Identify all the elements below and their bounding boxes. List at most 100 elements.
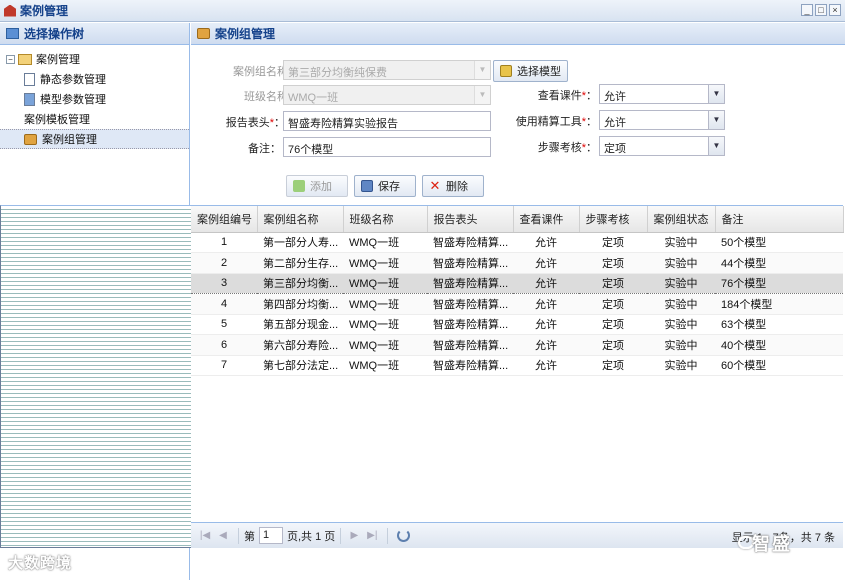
tree-item-case-templates[interactable]: 案例模板管理 [0, 109, 652, 548]
table-cell: 第六部分寿险... [257, 334, 343, 356]
table-cell: 6 [191, 334, 257, 356]
notes-input[interactable]: 76个模型 [283, 137, 491, 157]
step-check-select[interactable]: 定项 ▼ [599, 136, 725, 156]
column-header[interactable]: 案例组编号 [191, 206, 258, 233]
table-cell: 实验中 [647, 232, 715, 253]
chevron-down-icon[interactable]: ▼ [708, 137, 724, 155]
first-page-icon[interactable]: |◀ [197, 528, 213, 544]
group-name-value: 第三部分均衡纯保费 [288, 67, 387, 79]
table-cell: 76个模型 [715, 272, 843, 294]
table-cell: 允许 [513, 355, 579, 376]
save-icon [361, 180, 373, 192]
select-model-button[interactable]: 选择模型 [493, 60, 568, 82]
table-cell: 第四部分均衡... [257, 293, 343, 315]
chevron-down-icon: ▼ [474, 86, 490, 104]
page-suffix: 页,共 1 页 [287, 530, 336, 543]
column-header[interactable]: 报告表头 [427, 206, 514, 233]
table-row[interactable]: 3 第三部分均衡... WMQ一班 智盛寿险精算... 允许 定项 实验中 76个模型 [191, 272, 843, 294]
table-cell: 智盛寿险精算... [427, 232, 513, 253]
table-cell: 定项 [579, 355, 647, 376]
table-cell: 智盛寿险精算... [427, 272, 513, 294]
table-cell: 定项 [579, 314, 647, 335]
table-row[interactable]: 1 第一部分人寿... WMQ一班 智盛寿险精算... 允许 定项 实验中 50个模型 [191, 232, 843, 253]
column-header[interactable]: 步骤考核 [579, 206, 648, 233]
class-name-value: WMQ一班 [288, 92, 339, 104]
group-name-select: 第三部分均衡纯保费 ▼ [283, 60, 491, 80]
table-cell: 定项 [579, 252, 647, 274]
tree-root-case-management[interactable]: − 案例管理 [0, 49, 189, 69]
use-tool-select[interactable]: 允许 ▼ [599, 110, 725, 130]
table-cell: WMQ一班 [343, 314, 427, 335]
table-cell: 定项 [579, 232, 647, 253]
delete-button[interactable]: ✕ 删除 [422, 175, 484, 197]
table-cell: 智盛寿险精算... [427, 334, 513, 356]
tree-item-static-params[interactable]: 静态参数管理 [0, 69, 189, 89]
separator [387, 527, 389, 544]
maximize-button[interactable]: □ [815, 4, 827, 16]
table-cell: WMQ一班 [343, 252, 427, 274]
table-row[interactable]: 4 第四部分均衡... WMQ一班 智盛寿险精算... 允许 定项 实验中 184个模型 [191, 293, 843, 315]
table-cell: 40个模型 [715, 334, 843, 356]
save-button[interactable]: 保存 [354, 175, 416, 197]
table-cell: 第二部分生存... [257, 252, 343, 274]
separator [340, 527, 342, 544]
next-page-icon[interactable]: ▶ [346, 528, 362, 544]
table-cell: 允许 [513, 314, 579, 335]
list-doc-icon [24, 72, 35, 86]
table-cell: 第一部分人寿... [257, 232, 343, 253]
refresh-icon[interactable] [397, 529, 411, 542]
column-header[interactable]: 班级名称 [343, 206, 428, 233]
table-cell: 5 [191, 314, 257, 335]
column-header[interactable]: 查看课件 [513, 206, 580, 233]
table-cell: 智盛寿险精算... [427, 252, 513, 274]
page-number-input[interactable]: 1 [259, 527, 283, 544]
table-cell: 实验中 [647, 355, 715, 376]
briefcase-icon [197, 28, 210, 39]
blue-doc-icon [24, 92, 35, 106]
tree-panel-title: 选择操作树 [24, 27, 85, 41]
case-group-grid: 案例组编号 案例组名称 班级名称 报告表头 查看课件 步骤考核 案例组状态 备注 1 第一部分人… [191, 205, 844, 548]
table-cell: WMQ一班 [343, 272, 427, 294]
use-tool-label: 使用精算工具*： [515, 116, 597, 128]
column-header[interactable]: 备注 [715, 206, 844, 233]
tree-item-label: 案例组管理 [42, 134, 97, 146]
minimize-button[interactable]: _ [801, 4, 813, 16]
table-row[interactable]: 7 第七部分法定... WMQ一班 智盛寿险精算... 允许 定项 实验中 60个模型 [191, 355, 843, 376]
table-cell: 63个模型 [715, 314, 843, 335]
column-header[interactable]: 案例组状态 [647, 206, 716, 233]
table-cell: 智盛寿险精算... [427, 355, 513, 376]
table-cell: 第七部分法定... [257, 355, 343, 376]
table-row[interactable]: 6 第六部分寿险... WMQ一班 智盛寿险精算... 允许 定项 实验中 40个模型 [191, 334, 843, 356]
table-cell: 智盛寿险精算... [427, 293, 513, 315]
prev-page-icon[interactable]: ◀ [215, 528, 231, 544]
view-courseware-select[interactable]: 允许 ▼ [599, 84, 725, 104]
view-courseware-value: 允许 [604, 91, 626, 103]
tree-item-label: 模型参数管理 [40, 94, 106, 106]
last-page-icon[interactable]: ▶| [364, 528, 380, 544]
table-cell: WMQ一班 [343, 334, 427, 356]
chevron-down-icon[interactable]: ▼ [708, 85, 724, 103]
table-row[interactable]: 2 第二部分生存... WMQ一班 智盛寿险精算... 允许 定项 实验中 44个模型 [191, 252, 843, 274]
table-cell: 定项 [579, 334, 647, 356]
table-cell: 允许 [513, 293, 579, 315]
table-cell: 实验中 [647, 293, 715, 315]
view-courseware-label: 查看课件*： [537, 90, 597, 102]
table-cell: 允许 [513, 272, 579, 294]
window-titlebar: 案例管理 _ □ × [0, 0, 845, 22]
table-cell: WMQ一班 [343, 355, 427, 376]
table-cell: 允许 [513, 252, 579, 274]
tree-item-case-groups[interactable]: 案例组管理 [0, 129, 189, 149]
add-button[interactable]: 添加 [286, 175, 348, 197]
operation-tree-panel: 选择操作树 − 案例管理 静态参数管理 模型参数管理 案例模板管理 案例组管理 [0, 23, 652, 580]
collapse-icon[interactable]: − [6, 54, 15, 64]
report-header-input[interactable]: 智盛寿险精算实验报告 [283, 111, 491, 131]
close-button[interactable]: × [829, 4, 841, 16]
table-cell: 定项 [579, 272, 647, 294]
table-row[interactable]: 5 第五部分现金... WMQ一班 智盛寿险精算... 允许 定项 实验中 63个模型 [191, 314, 843, 335]
table-cell: 7 [191, 355, 257, 376]
table-cell: 允许 [513, 232, 579, 253]
chevron-down-icon[interactable]: ▼ [708, 111, 724, 129]
tree-item-model-params[interactable]: 模型参数管理 [0, 89, 189, 109]
table-cell: 实验中 [647, 272, 715, 294]
column-header[interactable]: 案例组名称 [257, 206, 344, 233]
